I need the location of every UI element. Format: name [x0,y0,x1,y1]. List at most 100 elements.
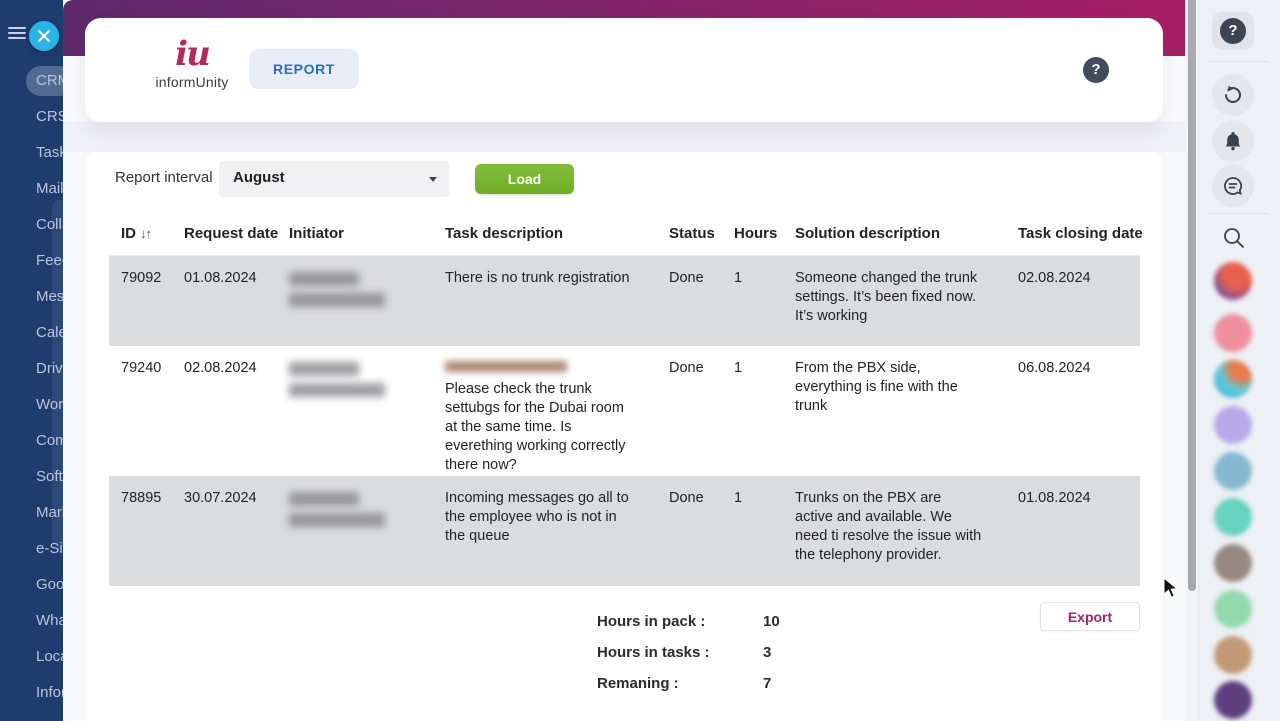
cell-solution-description: Trunks on the PBX are active and availab… [795,476,1018,586]
sidebar-nav: CRM CRS Task Mail Colla Feed Mess Cale D… [0,63,63,711]
divider [1207,61,1269,62]
cell-id: 79240 [121,346,184,476]
tab-report[interactable]: REPORT [249,49,359,89]
cell-task-description: There is no trunk registration [445,256,669,346]
report-interval-select[interactable]: August [219,161,449,197]
app-avatar[interactable] [1214,590,1252,628]
hours-in-pack-value: 10 [763,613,780,630]
cell-initiator-redacted [289,476,445,586]
notifications-button[interactable] [1212,120,1254,162]
bell-icon [1221,129,1245,153]
report-content-card: Report interval August Load ID↓↑ Request… [85,152,1163,721]
sidebar-item-mail[interactable]: Mail [0,171,63,207]
sidebar-item-location[interactable]: Loca [0,639,63,675]
screen: CRM CRS Task Mail Colla Feed Mess Cale D… [0,0,1280,721]
sidebar-item-google[interactable]: Goog [0,567,63,603]
close-icon [37,29,51,43]
app-avatar[interactable] [1214,314,1252,352]
help-button[interactable]: ? [1212,12,1254,50]
sidebar-item-messenger[interactable]: Mess [0,279,63,315]
col-header-status: Status [669,225,734,242]
col-header-request-date: Request date [184,225,289,242]
cell-task-description: Please check the trunk settubgs for the … [445,346,669,476]
col-header-task-closing-date: Task closing date [1018,225,1143,242]
cell-closing-date: 02.08.2024 [1018,256,1140,346]
cell-status: Done [669,346,734,476]
table-row: 79240 02.08.2024 Please check the trunk … [109,346,1140,476]
help-icon[interactable]: ? [1083,57,1109,83]
cell-request-date: 30.07.2024 [184,476,289,586]
logo-text: informUnity [137,74,247,90]
history-button[interactable] [1212,74,1254,116]
app-avatar[interactable] [1214,544,1252,582]
sidebar-item-company[interactable]: Com [0,423,63,459]
sidebar-item-drive[interactable]: Drive [0,351,63,387]
table-row: 78895 30.07.2024 Incoming messages go al… [109,476,1140,586]
sidebar-item-collaboration[interactable]: Colla [0,207,63,243]
close-modal-button[interactable] [29,21,59,51]
cell-id: 78895 [121,476,184,586]
informunity-logo: iu informUnity [137,36,247,90]
app-avatar[interactable] [1214,452,1252,490]
hours-in-tasks-label: Hours in tasks : [597,644,710,661]
cell-status: Done [669,256,734,346]
report-modal: iu informUnity REPORT ? Report interval … [63,0,1185,721]
remaining-value: 7 [763,675,771,692]
scrollbar-thumb[interactable] [1188,0,1196,591]
hamburger-menu-icon[interactable] [8,27,26,41]
sidebar-item-crs[interactable]: CRS [0,99,63,135]
sidebar-item-task[interactable]: Task [0,135,63,171]
col-header-id[interactable]: ID↓↑ [121,225,184,242]
load-button[interactable]: Load [475,164,574,194]
sidebar-item-calendar[interactable]: Cale [0,315,63,351]
cell-hours: 1 [734,476,795,586]
export-button[interactable]: Export [1040,602,1140,631]
cell-status: Done [669,476,734,586]
help-icon: ? [1220,18,1246,44]
divider [1207,213,1269,214]
sidebar-item-esign[interactable]: e-Sig [0,531,63,567]
search-icon[interactable] [1221,225,1247,256]
col-header-task-description: Task description [445,225,669,242]
chevron-down-icon [429,177,437,182]
sort-icons[interactable]: ↓↑ [140,226,151,241]
cell-solution-description: From the PBX side, everything is fine wi… [795,346,1018,476]
app-avatar[interactable] [1214,681,1252,719]
app-avatar[interactable] [1214,498,1252,536]
sidebar-item-informunity[interactable]: Infor [0,675,63,711]
logo-mark-icon: iu [137,36,247,72]
table-row: 79092 01.08.2024 There is no trunk regis… [109,256,1140,346]
cell-task-description: Incoming messages go all to the employee… [445,476,669,586]
chat-button[interactable] [1212,165,1254,207]
cell-initiator-redacted [289,256,445,346]
cell-id: 79092 [121,256,184,346]
sidebar-item-work[interactable]: Work [0,387,63,423]
table-header-row: ID↓↑ Request date Initiator Task descrip… [109,212,1140,256]
sidebar-item-whatsapp[interactable]: Wha [0,603,63,639]
scrollbar-track [1185,0,1198,721]
cell-hours: 1 [734,256,795,346]
cell-closing-date: 06.08.2024 [1018,346,1140,476]
cell-request-date: 01.08.2024 [184,256,289,346]
band-separator [63,122,1185,152]
col-header-initiator: Initiator [289,225,445,242]
sidebar-item-market[interactable]: Mark [0,495,63,531]
history-icon [1221,83,1245,107]
selected-interval: August [233,169,285,186]
app-avatar[interactable] [1214,406,1252,444]
chat-icon [1221,174,1245,198]
right-toolbar: ? [1198,0,1280,721]
sidebar-item-crm[interactable]: CRM [0,63,63,99]
sidebar-item-feed[interactable]: Feed [0,243,63,279]
sidebar-item-softphone[interactable]: Softp [0,459,63,495]
app-avatar[interactable] [1214,636,1252,674]
col-header-solution-description: Solution description [795,225,1018,242]
cell-request-date: 02.08.2024 [184,346,289,476]
report-table: ID↓↑ Request date Initiator Task descrip… [109,212,1140,586]
app-avatar[interactable] [1214,360,1252,398]
cell-solution-description: Someone changed the trunk settings. It’s… [795,256,1018,346]
report-header-card: iu informUnity REPORT ? [85,18,1163,122]
redacted-name [445,361,567,372]
cell-initiator-redacted [289,346,445,476]
app-avatar[interactable] [1214,262,1252,300]
